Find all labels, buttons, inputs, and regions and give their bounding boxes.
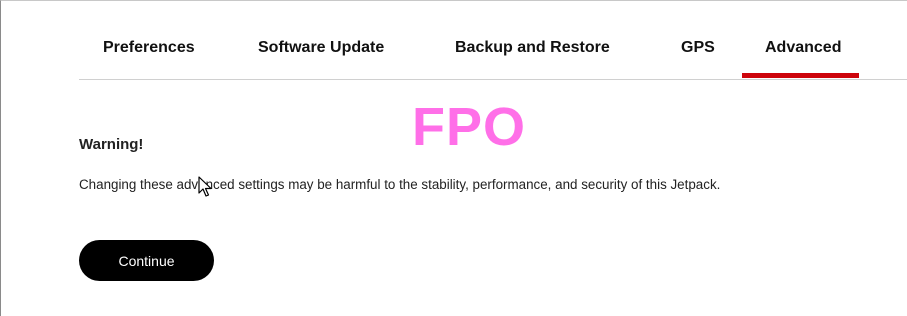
continue-button[interactable]: Continue — [79, 240, 214, 281]
tab-backup-and-restore[interactable]: Backup and Restore — [455, 39, 610, 57]
tab-gps[interactable]: GPS — [681, 39, 715, 57]
advanced-settings-panel: Preferences Software Update Backup and R… — [0, 0, 907, 316]
settings-tab-bar: Preferences Software Update Backup and R… — [79, 27, 907, 80]
fpo-watermark: FPO — [412, 97, 527, 157]
tab-preferences[interactable]: Preferences — [103, 39, 195, 57]
tab-software-update[interactable]: Software Update — [258, 39, 384, 57]
warning-title: Warning! — [79, 136, 144, 153]
warning-message: Changing these advanced settings may be … — [79, 177, 721, 192]
active-tab-indicator — [742, 73, 859, 78]
tab-advanced[interactable]: Advanced — [765, 39, 841, 57]
mouse-cursor-icon — [198, 176, 212, 197]
